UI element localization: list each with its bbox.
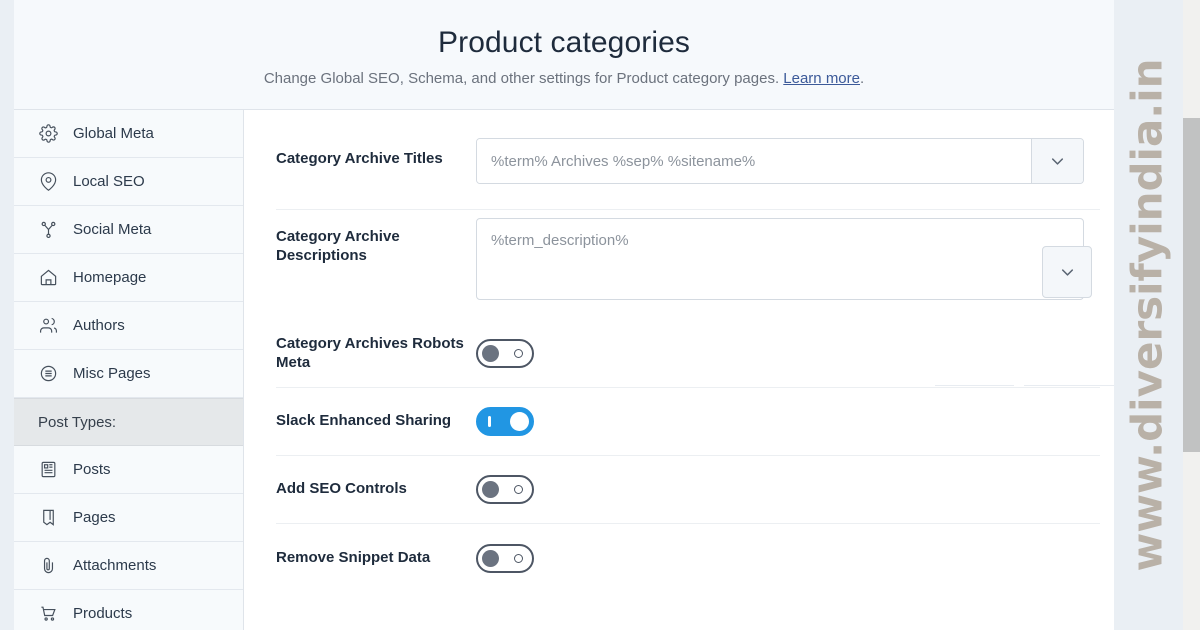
watermark-text: www.diversifyindia.in [1122,58,1172,572]
seo-controls-toggle[interactable] [476,475,534,504]
setting-label: Category Archives Robots Meta [276,334,464,371]
watermark-strip: www.diversifyindia.in [1114,0,1180,630]
page-subtitle: Change Global SEO, Schema, and other set… [264,70,864,87]
setting-field [476,407,1100,436]
archive-descriptions-textarea[interactable]: %term_description% [476,218,1084,300]
slack-sharing-toggle[interactable] [476,407,534,436]
robots-meta-toggle[interactable] [476,339,534,368]
ghost-divider-left [935,385,1014,386]
sidebar-item-label: Attachments [73,557,157,574]
sidebar-item-social-meta[interactable]: Social Meta [14,206,243,254]
archive-titles-input-group [476,138,1084,184]
archive-titles-input[interactable] [477,139,1031,183]
map-pin-icon [38,171,59,192]
toggle-knob [482,345,499,362]
page-icon [38,507,59,528]
sidebar-item-label: Local SEO [73,173,145,190]
article-icon [38,459,59,480]
sidebar-item-label: Products [73,605,133,622]
share-nodes-icon [38,219,59,240]
setting-field [476,543,1100,573]
sidebar-item-label: Misc Pages [73,365,151,382]
remove-snippet-toggle[interactable] [476,543,534,573]
shopping-cart-icon [38,603,59,624]
sidebar-item-posts[interactable]: Posts [14,446,243,494]
gear-icon [38,123,59,144]
toggle-off-mark-icon [514,553,523,563]
setting-row-archive-descriptions: Category Archive Descriptions %term_desc… [276,210,1100,320]
setting-field [476,138,1100,184]
sidebar-item-homepage[interactable]: Homepage [14,254,243,302]
setting-label: Slack Enhanced Sharing [276,412,452,430]
page-subtitle-text: Change Global SEO, Schema, and other set… [263,70,780,87]
archive-descriptions-wrap: %term_description% [476,218,1092,305]
sidebar-item-products[interactable]: Products [14,590,243,630]
setting-field [476,475,1100,504]
toggle-off-mark-icon [514,349,523,358]
toggle-off-mark-icon [514,485,523,494]
setting-row-slack-sharing: Slack Enhanced Sharing [276,388,1100,456]
page-subtitle-suffix: . [860,70,865,87]
setting-row-seo-controls: Add SEO Controls [276,456,1100,524]
ghost-divider-right [1024,385,1115,386]
archive-titles-dropdown-button[interactable] [1031,139,1083,183]
toggle-knob [482,481,499,498]
users-icon [38,315,59,336]
setting-field: %term_description% [476,218,1100,305]
sidebar-item-global-meta[interactable]: Global Meta [14,110,243,158]
settings-content: Category Archive Titles %term% Archives … [244,110,1115,630]
card-body: Global Meta Local SEO Social Meta Homepa… [14,110,1115,630]
chevron-down-icon [1058,263,1077,282]
page-title: Product categories [438,26,690,59]
paperclip-icon [38,555,59,576]
sidebar-section-label: Post Types: [38,413,117,431]
sidebar-item-label: Social Meta [73,221,152,238]
setting-field [476,339,1115,386]
sidebar-section-post-types: Post Types: [14,398,243,446]
screenshot-root: Product categories Change Global SEO, Sc… [0,0,1200,630]
sidebar-item-label: Homepage [73,269,147,286]
sidebar-item-misc-pages[interactable]: Misc Pages [14,350,243,398]
toggle-knob [510,412,529,431]
home-icon [38,267,59,288]
sidebar-item-pages[interactable]: Pages [14,494,243,542]
sidebar-item-attachments[interactable]: Attachments [14,542,243,590]
sidebar-item-local-seo[interactable]: Local SEO [14,158,243,206]
sidebar-item-label: Global Meta [73,125,154,142]
setting-row-robots-meta: Category Archives Robots Meta [276,320,1115,388]
learn-more-link[interactable]: Learn more [783,70,860,87]
settings-sidebar: Global Meta Local SEO Social Meta Homepa… [14,110,244,630]
archive-descriptions-dropdown-button[interactable] [1042,246,1092,298]
setting-row-archive-titles: Category Archive Titles [276,110,1100,210]
page-scrollbar-thumb[interactable] [1183,118,1200,452]
toggle-knob [482,549,499,567]
list-circle-icon [38,363,59,384]
sidebar-item-label: Authors [73,317,125,334]
sidebar-item-authors[interactable]: Authors [14,302,243,350]
settings-card: Product categories Change Global SEO, Sc… [14,0,1115,630]
setting-label: Category Archive Titles [276,150,443,167]
setting-row-remove-snippet: Remove Snippet Data [276,524,1100,592]
toggle-on-mark-icon [488,416,491,427]
setting-label: Category Archive Descriptions [276,228,400,264]
sidebar-item-label: Posts [73,461,111,478]
setting-label: Remove Snippet Data [276,548,431,566]
page-header: Product categories Change Global SEO, Sc… [14,0,1114,110]
sidebar-item-label: Pages [73,509,116,526]
setting-label: Add SEO Controls [276,480,407,498]
chevron-down-icon [1048,152,1067,171]
